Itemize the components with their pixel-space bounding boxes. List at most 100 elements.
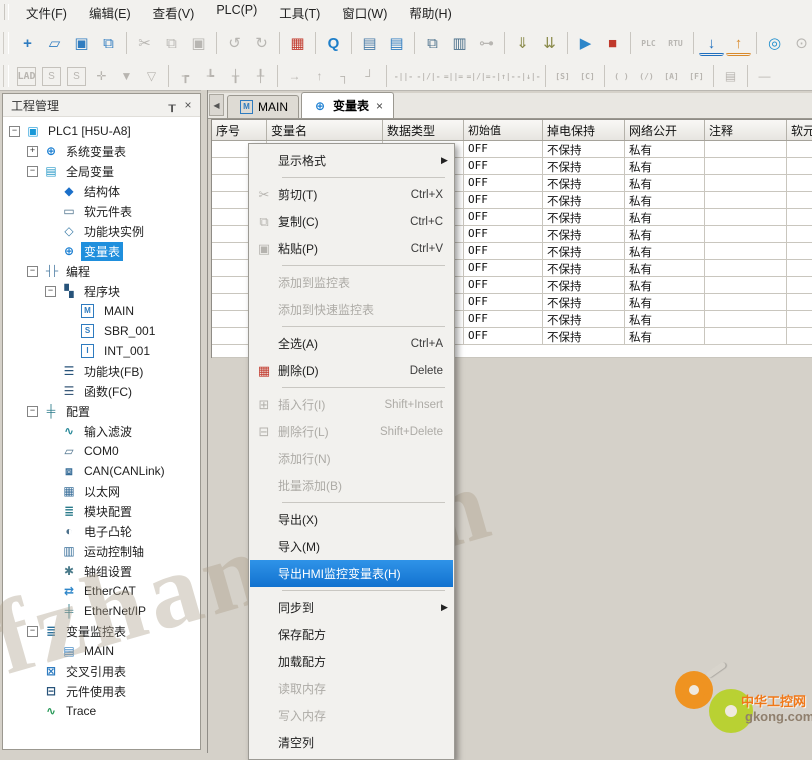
delete-button[interactable]: ▦ — [285, 31, 310, 56]
cell-comment[interactable] — [705, 158, 787, 175]
tree-item[interactable]: ┤├ 编程 — [3, 261, 200, 281]
run-button[interactable]: ▶ — [573, 31, 598, 56]
cell-device[interactable] — [787, 226, 812, 243]
tree-expander-icon[interactable] — [27, 266, 38, 277]
cell-init[interactable]: OFF — [464, 328, 543, 345]
cell-device[interactable] — [787, 328, 812, 345]
tree-item[interactable]: ▱ COM0 — [3, 441, 200, 461]
tree-expander-icon[interactable] — [27, 626, 38, 637]
app-instruction-button[interactable]: [A] — [660, 66, 683, 87]
sync-disabled-button[interactable]: ⊶ — [474, 31, 499, 56]
menu-add-to-watch-table[interactable]: 添加到监控表 — [250, 269, 453, 296]
col-retain[interactable]: 掉电保持 — [543, 120, 625, 140]
menu-display-format[interactable]: 显示格式 ▶ — [250, 147, 453, 174]
down-arrow-filled-button[interactable]: ▼ — [115, 66, 138, 87]
cell-comment[interactable] — [705, 277, 787, 294]
save-all-button[interactable]: ⧉ — [96, 31, 121, 56]
cell-network[interactable]: 私有 — [625, 141, 705, 158]
contact-rising-button[interactable]: -|↑|- — [492, 66, 515, 87]
toolbar-item[interactable] — [545, 65, 546, 87]
cell-device[interactable] — [787, 175, 812, 192]
cell-network[interactable]: 私有 — [625, 328, 705, 345]
undo-button[interactable]: ↺ — [222, 31, 247, 56]
down-arrow-hollow-button[interactable]: ▽ — [140, 66, 163, 87]
menu-add-row[interactable]: 添加行(N) — [250, 445, 453, 472]
cascade-windows-button[interactable]: ⧉ — [420, 31, 445, 56]
cell-device[interactable] — [787, 209, 812, 226]
clock-disabled-button[interactable]: ⊙ — [789, 31, 812, 56]
toolbar-item[interactable] — [277, 65, 278, 87]
cell-init[interactable]: OFF — [464, 311, 543, 328]
cell-retain[interactable]: 不保持 — [543, 328, 625, 345]
tree-item[interactable]: ╪ 配置 — [3, 401, 200, 421]
menu-save-recipe[interactable]: 保存配方 — [250, 621, 453, 648]
tree-item[interactable]: ∿ 输入滤波 — [3, 421, 200, 441]
tree-item[interactable]: ◇ 功能块实例 — [3, 221, 200, 241]
cell-init[interactable]: OFF — [464, 260, 543, 277]
menu-load-recipe[interactable]: 加载配方 — [250, 648, 453, 675]
toolbar-item[interactable] — [693, 32, 694, 54]
cell-retain[interactable]: 不保持 — [543, 243, 625, 260]
cell-retain[interactable]: 不保持 — [543, 226, 625, 243]
context-menu-item[interactable] — [282, 502, 445, 503]
cell-comment[interactable] — [705, 243, 787, 260]
h-line-button[interactable]: — — [753, 66, 776, 87]
tree-expander-icon[interactable] — [27, 146, 38, 157]
context-menu-item[interactable] — [282, 326, 445, 327]
menu-add-to-quick-watch-table[interactable]: 添加到快速监控表 — [250, 296, 453, 323]
cell-retain[interactable]: 不保持 — [543, 209, 625, 226]
cell-device[interactable] — [787, 141, 812, 158]
cell-comment[interactable] — [705, 192, 787, 209]
menu-sync-to[interactable]: 同步到 ▶ — [250, 594, 453, 621]
coil-set-button[interactable]: [S] — [551, 66, 574, 87]
tab-variable-table[interactable]: ⊕ 变量表 × — [301, 92, 394, 118]
toolbar-item[interactable] — [351, 32, 352, 54]
cell-network[interactable]: 私有 — [625, 294, 705, 311]
menu-cut[interactable]: ✂ 剪切(T) Ctrl+X — [250, 181, 453, 208]
toolbar-item[interactable] — [567, 32, 568, 54]
cell-device[interactable] — [787, 277, 812, 294]
toolbar-item[interactable] — [126, 32, 127, 54]
tree-item[interactable]: ╪ EtherNet/IP — [3, 601, 200, 621]
menu-select-all[interactable]: 全选(A) Ctrl+A — [250, 330, 453, 357]
tree-item[interactable]: I INT_001 — [3, 341, 200, 361]
menubar-item[interactable]: 帮助(H) — [398, 0, 462, 25]
menu-export-hmi-watch-table[interactable]: 导出HMI监控变量表(H) — [250, 560, 453, 587]
context-menu-item[interactable] — [282, 590, 445, 591]
tree-item[interactable]: ⇄ EtherCAT — [3, 581, 200, 601]
coil-counter-button[interactable]: [C] — [576, 66, 599, 87]
menu-paste[interactable]: ▣ 粘贴(P) Ctrl+V — [250, 235, 453, 262]
col-init[interactable]: 初始值 — [464, 120, 543, 140]
tree-expander-icon[interactable] — [27, 166, 38, 177]
menu-import[interactable]: 导入(M) — [250, 533, 453, 560]
cell-init[interactable]: OFF — [464, 226, 543, 243]
cell-network[interactable]: 私有 — [625, 277, 705, 294]
toolbar-item[interactable] — [630, 32, 631, 54]
export-page-button[interactable]: ▥ — [447, 31, 472, 56]
menu-copy[interactable]: ⧉ 复制(C) Ctrl+C — [250, 208, 453, 235]
tree-expander-icon[interactable] — [45, 286, 56, 297]
menu-clear-column[interactable]: 清空列 — [250, 729, 453, 756]
cell-network[interactable]: 私有 — [625, 158, 705, 175]
cell-comment[interactable] — [705, 175, 787, 192]
menubar-item[interactable]: 窗口(W) — [331, 0, 398, 25]
cell-init[interactable]: OFF — [464, 243, 543, 260]
tree-item[interactable]: ▚ 程序块 — [3, 281, 200, 301]
tab-close-icon[interactable]: × — [376, 99, 383, 113]
tree-item[interactable]: ⊟ 元件使用表 — [3, 681, 200, 701]
cell-init[interactable]: OFF — [464, 192, 543, 209]
cell-init[interactable]: OFF — [464, 158, 543, 175]
cell-retain[interactable]: 不保持 — [543, 311, 625, 328]
tree-expander-icon[interactable] — [9, 126, 20, 137]
toolbar-item[interactable] — [3, 32, 9, 54]
search-button[interactable]: Q — [321, 31, 346, 56]
cell-network[interactable]: 私有 — [625, 209, 705, 226]
tree-item[interactable]: ▤ MAIN — [3, 641, 200, 661]
upload-button[interactable]: ↑ — [726, 34, 751, 56]
cell-retain[interactable]: 不保持 — [543, 175, 625, 192]
stop-button[interactable]: ■ — [600, 31, 625, 56]
redo-button[interactable]: ↻ — [249, 31, 274, 56]
cell-comment[interactable] — [705, 209, 787, 226]
select-cursor-button[interactable]: ✛ — [90, 66, 113, 87]
tree-item[interactable]: ✱ 轴组设置 — [3, 561, 200, 581]
